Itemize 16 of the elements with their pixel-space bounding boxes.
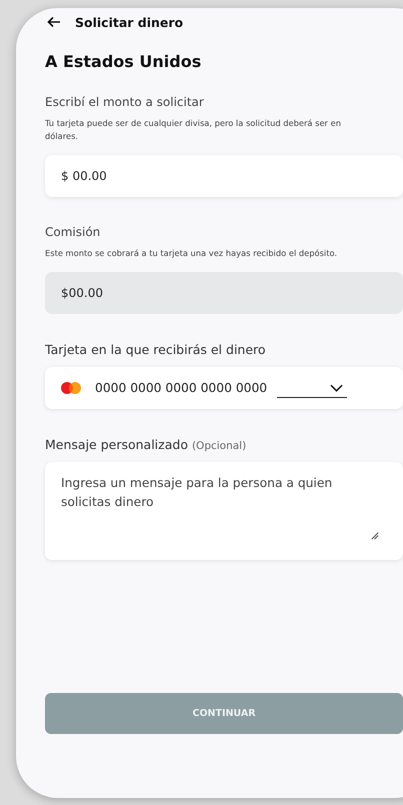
message-field[interactable]: Ingresa un mensaje para la persona a quien solicitas dinero — [45, 462, 403, 560]
heading: A Estados Unidos — [45, 52, 202, 71]
field-label: Escribí el monto a solicitar — [45, 95, 205, 109]
back-arrow-icon[interactable] — [47, 16, 61, 28]
optional-note: (Opcional) — [192, 440, 246, 452]
page-title: Solicitar dinero — [75, 14, 184, 30]
field-label: Mensaje personalizado — [45, 437, 188, 452]
card-logo-icon — [61, 382, 81, 394]
card-select[interactable]: 0000 0000 0000 0000 0000 — [45, 367, 403, 409]
resize-handle-icon[interactable] — [370, 531, 379, 540]
help-text: Tu tarjeta puede ser de cualquier divisa, pero la solicitud deberá ser en dólares. — [45, 117, 342, 143]
amount-field[interactable]: $ 00.00 — [45, 155, 403, 197]
chevron-down-icon — [330, 384, 344, 392]
help-text: Este monto se cobrará a tu tarjeta una vez hayas recibido el depósito. — [45, 247, 338, 260]
field-label: Tarjeta en la que recibirás el dinero — [45, 342, 267, 357]
field-label: Comisión — [45, 225, 102, 239]
